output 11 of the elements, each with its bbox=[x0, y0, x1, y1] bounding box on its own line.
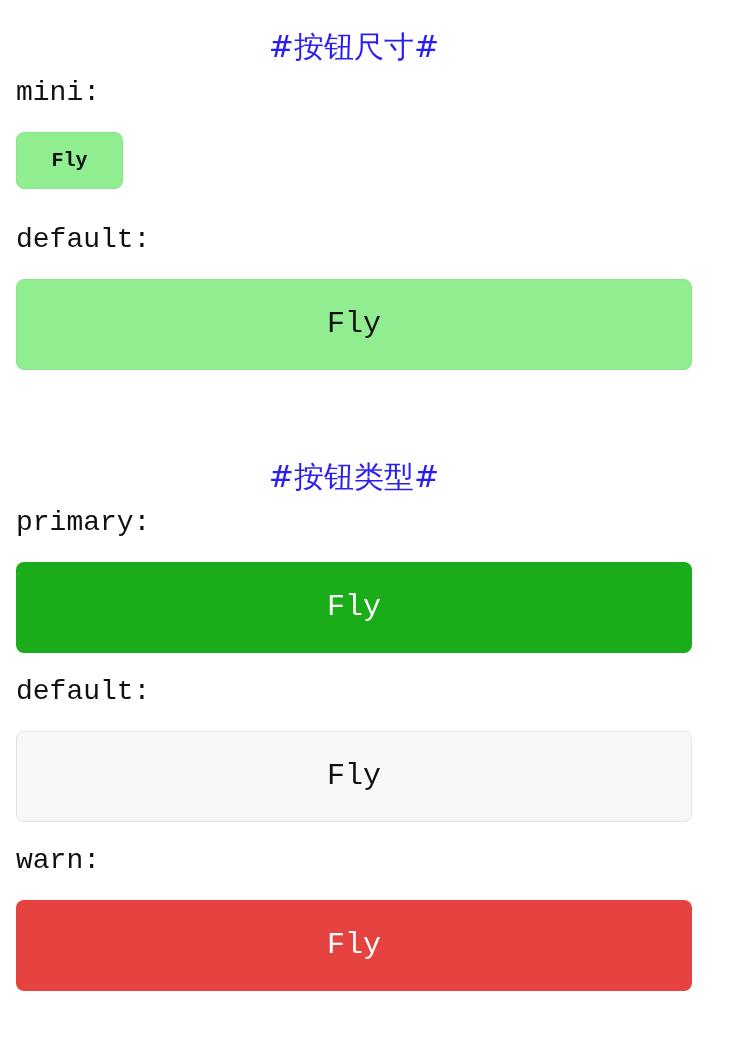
button-label: default: bbox=[16, 223, 151, 257]
fly-button[interactable]: Fly bbox=[16, 731, 692, 822]
section-heading: #按钮类型# bbox=[267, 458, 441, 496]
fly-button[interactable]: Fly bbox=[16, 132, 123, 189]
button-label: primary: bbox=[16, 506, 151, 540]
fly-button[interactable]: Fly bbox=[16, 900, 692, 991]
button-label: default: bbox=[16, 675, 151, 709]
fly-button[interactable]: Fly bbox=[16, 279, 692, 370]
button-label: warn: bbox=[16, 844, 100, 878]
button-label: mini: bbox=[16, 76, 100, 110]
section-heading: #按钮尺寸# bbox=[267, 28, 441, 66]
